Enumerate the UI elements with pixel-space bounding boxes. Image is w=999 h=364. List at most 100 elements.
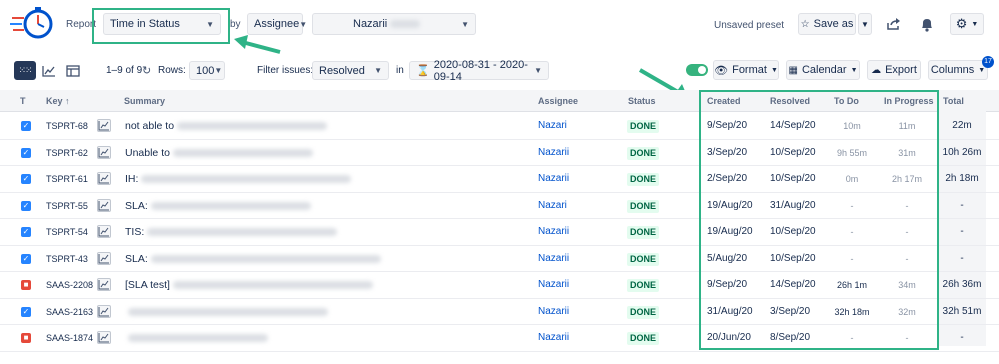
issue-key[interactable]: SAAS-1874 <box>46 325 93 351</box>
summary-text: IH: <box>125 173 139 185</box>
settings-button[interactable]: ⚙ ▼ <box>950 13 984 35</box>
issue-key[interactable]: SAAS-2208 <box>46 272 93 298</box>
chevron-down-icon: ▼ <box>861 19 869 29</box>
table-view-icon <box>66 64 80 77</box>
chart-view-button[interactable] <box>38 61 60 80</box>
issue-key[interactable]: TSPRT-62 <box>46 140 88 166</box>
chart-icon[interactable] <box>97 198 111 212</box>
checkbox-icon: ✓ <box>21 147 31 158</box>
chart-icon[interactable] <box>97 331 111 344</box>
save-as-dropdown[interactable]: ▼ <box>858 13 872 35</box>
by-label: by <box>230 19 241 30</box>
chart-icon[interactable] <box>97 278 111 291</box>
save-as-button[interactable]: ☆ Save as <box>798 13 856 35</box>
calendar-icon: ▦ <box>788 64 798 76</box>
cloud-download-icon: ☁ <box>871 64 882 76</box>
header-assignee[interactable]: Assignee <box>538 90 578 112</box>
chart-icon[interactable] <box>97 251 111 265</box>
chevron-down-icon: ▼ <box>299 19 308 29</box>
summary-text: [SLA test] <box>125 279 170 291</box>
status-badge: DONE <box>627 332 660 345</box>
issue-key[interactable]: SAAS-2163 <box>46 299 93 325</box>
result-count: 1–9 of 9 <box>106 65 143 76</box>
rows-select-value: 100 <box>196 64 215 77</box>
assignee-link[interactable]: Nazarii <box>538 219 569 245</box>
user-select[interactable]: Nazarii ▼ <box>312 13 476 35</box>
summary-cell[interactable] <box>125 325 268 351</box>
summary-cell[interactable]: SLA: <box>125 246 381 272</box>
table-view-button[interactable] <box>62 61 84 80</box>
filter-select[interactable]: Resolved ▼ <box>312 61 389 80</box>
blurred-text <box>177 122 328 131</box>
user-select-value: Nazarii <box>353 18 388 30</box>
assignee-link[interactable]: Nazarii <box>538 325 569 351</box>
total-cell: 32h 51m <box>942 305 982 317</box>
grid-view-icon: ⁙⁙ <box>18 65 32 75</box>
header-key[interactable]: Key ↑ <box>46 90 70 112</box>
assignee-link[interactable]: Nazari <box>538 113 567 139</box>
summary-cell[interactable]: TIS: <box>125 219 338 245</box>
chart-icon[interactable] <box>97 172 111 185</box>
grid-view-button[interactable]: ⁙⁙ <box>14 61 36 80</box>
chart-icon[interactable] <box>97 145 111 159</box>
assignee-link[interactable]: Nazarii <box>538 166 569 192</box>
date-range-select[interactable]: ⌛ 2020-08-31 - 2020-09-14 ▼ <box>409 59 549 83</box>
chevron-down-icon: ▼ <box>770 66 778 74</box>
issue-key[interactable]: TSPRT-43 <box>46 246 88 272</box>
columns-button[interactable]: Columns ▼ <box>928 60 988 80</box>
blurred-text <box>172 148 313 157</box>
chart-icon[interactable] <box>97 225 111 238</box>
summary-cell[interactable]: [SLA test] <box>125 272 373 298</box>
status-badge: DONE <box>627 279 660 292</box>
columns-badge-value: 17 <box>984 58 992 65</box>
notifications-button[interactable] <box>914 13 940 35</box>
chevron-down-icon: ▼ <box>214 66 223 75</box>
arrow-icon <box>234 35 281 54</box>
format-button[interactable]: 👁 Format ▼ <box>713 60 779 80</box>
assignee-link[interactable]: Nazarii <box>538 246 569 272</box>
groupby-select-value: Assignee <box>254 18 300 30</box>
assignee-link[interactable]: Nazarii <box>538 140 569 166</box>
status-badge: DONE <box>627 173 660 186</box>
header-summary[interactable]: Summary <box>124 90 165 112</box>
checkbox-icon: ✓ <box>21 200 31 211</box>
in-label: in <box>396 65 404 76</box>
assignee-link[interactable]: Nazari <box>538 193 567 219</box>
refresh-icon[interactable]: ↻ <box>142 64 151 77</box>
issue-key[interactable]: TSPRT-61 <box>46 166 88 192</box>
unsaved-preset-label: Unsaved preset <box>714 20 785 31</box>
save-as-label: Save as <box>813 18 854 30</box>
chevron-down-icon: ▼ <box>534 66 542 75</box>
chevron-down-icon: ▼ <box>971 20 979 28</box>
rows-select[interactable]: 100 ▼ <box>189 61 225 80</box>
total-cell: 10h 26m <box>942 146 982 158</box>
filter-select-value: Resolved <box>319 64 365 77</box>
issue-key[interactable]: TSPRT-55 <box>46 193 88 219</box>
status-badge: DONE <box>627 146 660 160</box>
blurred-text <box>150 201 311 210</box>
calendar-button[interactable]: ▦ Calendar ▼ <box>786 60 860 80</box>
header-total[interactable]: Total <box>943 90 964 112</box>
summary-cell[interactable]: SLA: <box>125 193 311 219</box>
assignee-link[interactable]: Nazarii <box>538 299 569 325</box>
chart-icon[interactable] <box>97 304 111 318</box>
issue-key[interactable]: TSPRT-54 <box>46 219 88 245</box>
columns-badge: 17 <box>982 56 994 68</box>
checkbox-icon: ✓ <box>21 306 31 317</box>
groupby-select[interactable]: Assignee ▼ <box>247 13 307 35</box>
assignee-link[interactable]: Nazarii <box>538 272 569 298</box>
status-badge: DONE <box>627 252 660 266</box>
share-button[interactable] <box>880 13 906 35</box>
export-button[interactable]: ☁ Export <box>867 60 921 80</box>
checkbox-icon: ✓ <box>21 253 31 264</box>
summary-text: TIS: <box>125 226 145 238</box>
summary-text: SLA: <box>125 252 148 265</box>
chart-icon[interactable] <box>97 119 111 132</box>
summary-cell[interactable]: IH: <box>125 166 352 192</box>
header-status[interactable]: Status <box>628 90 656 112</box>
summary-cell[interactable] <box>125 299 328 325</box>
summary-cell[interactable]: not able to <box>125 113 328 139</box>
issue-key[interactable]: TSPRT-68 <box>46 113 88 139</box>
summary-cell[interactable]: Unable to <box>125 140 313 166</box>
chart-view-icon <box>42 65 55 77</box>
